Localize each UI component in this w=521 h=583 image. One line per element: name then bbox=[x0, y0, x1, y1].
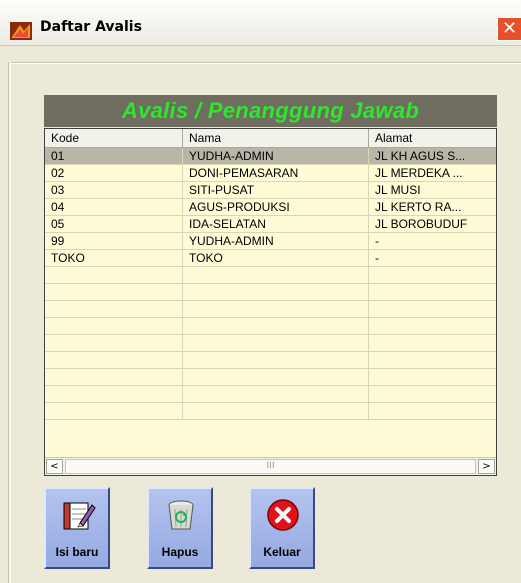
cell-kode bbox=[45, 352, 183, 368]
cell-kode: TOKO bbox=[45, 250, 183, 266]
exit-label: Keluar bbox=[263, 545, 301, 559]
app-icon bbox=[10, 22, 32, 40]
cell-alamat: JL MERDEKA ... bbox=[375, 166, 463, 180]
cell-kode: 01 bbox=[45, 148, 183, 164]
cell-alamat: JL KH AGUS S... bbox=[375, 149, 466, 163]
table-row[interactable]: 99 YUDHA-ADMIN - bbox=[45, 233, 496, 250]
client-edge bbox=[8, 62, 11, 583]
table-header: Kode Nama Alamat bbox=[45, 129, 496, 148]
cell-nama bbox=[183, 369, 369, 385]
cell-nama: AGUS-PRODUKSI bbox=[183, 199, 369, 215]
cell-kode bbox=[45, 267, 183, 283]
avalis-table[interactable]: Kode Nama Alamat 01 YUDHA-ADMIN JL KH AGUS… bbox=[44, 128, 497, 476]
cell-kode bbox=[45, 284, 183, 300]
cell-nama: SITI-PUSAT bbox=[183, 182, 369, 198]
cell-nama bbox=[183, 318, 369, 334]
cell-alamat bbox=[369, 267, 496, 283]
cell-nama bbox=[183, 335, 369, 351]
cell-nama bbox=[183, 284, 369, 300]
cell-nama: YUDHA-ADMIN bbox=[183, 233, 369, 249]
delete-label: Hapus bbox=[161, 545, 199, 559]
cell-alamat bbox=[369, 352, 496, 368]
cell-alamat bbox=[369, 369, 496, 385]
table-row[interactable]: 01 YUDHA-ADMIN JL KH AGUS S... bbox=[45, 148, 496, 165]
column-header-kode[interactable]: Kode bbox=[45, 129, 183, 147]
cell-alamat: - bbox=[375, 234, 379, 248]
red-x-icon bbox=[267, 499, 299, 531]
column-header-nama[interactable]: Nama bbox=[183, 129, 369, 147]
cell-nama bbox=[183, 386, 369, 402]
table-row[interactable]: 03 SITI-PUSAT JL MUSI bbox=[45, 182, 496, 199]
empty-row[interactable] bbox=[45, 267, 496, 284]
recycle-bin-icon bbox=[168, 500, 194, 530]
empty-row[interactable] bbox=[45, 318, 496, 335]
horizontal-scrollbar[interactable]: < III > bbox=[45, 457, 496, 475]
cell-alamat bbox=[369, 335, 496, 351]
cell-nama bbox=[183, 267, 369, 283]
title-bar: Daftar Avalis ✕ bbox=[0, 0, 521, 46]
notebook-pencil-icon bbox=[63, 502, 96, 530]
cell-alamat bbox=[369, 284, 496, 300]
empty-row[interactable] bbox=[45, 335, 496, 352]
empty-row[interactable] bbox=[45, 386, 496, 403]
scroll-thumb[interactable]: III bbox=[65, 459, 476, 474]
table-row[interactable]: 05 IDA-SELATAN JL BOROBUDUF bbox=[45, 216, 496, 233]
scroll-right-button[interactable]: > bbox=[478, 459, 495, 474]
cell-alamat bbox=[369, 301, 496, 317]
cell-kode bbox=[45, 386, 183, 402]
cell-alamat bbox=[369, 403, 496, 419]
cell-kode bbox=[45, 403, 183, 419]
cell-kode bbox=[45, 369, 183, 385]
cell-kode: 02 bbox=[45, 165, 183, 181]
cell-alamat bbox=[369, 318, 496, 334]
table-row[interactable]: 04 AGUS-PRODUKSI JL KERTO RA... bbox=[45, 199, 496, 216]
cell-nama: TOKO bbox=[183, 250, 369, 266]
table-row[interactable]: TOKO TOKO - bbox=[45, 250, 496, 267]
cell-kode: 04 bbox=[45, 199, 183, 215]
cell-kode: 03 bbox=[45, 182, 183, 198]
cell-kode bbox=[45, 301, 183, 317]
cell-alamat: JL BOROBUDUF bbox=[375, 217, 468, 231]
cell-kode bbox=[45, 318, 183, 334]
cell-alamat: - bbox=[375, 251, 379, 265]
close-button[interactable]: ✕ bbox=[497, 17, 521, 41]
scroll-left-button[interactable]: < bbox=[46, 459, 63, 474]
panel-header: Avalis / Penanggung Jawab bbox=[44, 95, 497, 127]
cell-kode: 99 bbox=[45, 233, 183, 249]
cell-nama bbox=[183, 301, 369, 317]
cell-kode bbox=[45, 335, 183, 351]
cell-nama: IDA-SELATAN bbox=[183, 216, 369, 232]
empty-row[interactable] bbox=[45, 369, 496, 386]
column-header-alamat[interactable]: Alamat bbox=[369, 129, 496, 147]
cell-alamat bbox=[369, 386, 496, 402]
exit-button[interactable]: Keluar bbox=[249, 487, 315, 569]
empty-row[interactable] bbox=[45, 403, 496, 420]
empty-row[interactable] bbox=[45, 284, 496, 301]
cell-alamat: JL MUSI bbox=[375, 183, 421, 197]
window-title: Daftar Avalis bbox=[40, 19, 142, 35]
cell-nama: YUDHA-ADMIN bbox=[183, 148, 369, 164]
new-entry-label: Isi baru bbox=[55, 545, 99, 559]
cell-nama bbox=[183, 352, 369, 368]
cell-nama: DONI-PEMASARAN bbox=[183, 165, 369, 181]
empty-row[interactable] bbox=[45, 301, 496, 318]
cell-kode: 05 bbox=[45, 216, 183, 232]
new-entry-button[interactable]: Isi baru bbox=[44, 487, 110, 569]
menu-separator bbox=[10, 62, 521, 64]
cell-alamat: JL KERTO RA... bbox=[375, 200, 462, 214]
cell-nama bbox=[183, 403, 369, 419]
empty-row[interactable] bbox=[45, 352, 496, 369]
delete-button[interactable]: Hapus bbox=[147, 487, 213, 569]
table-row[interactable]: 02 DONI-PEMASARAN JL MERDEKA ... bbox=[45, 165, 496, 182]
